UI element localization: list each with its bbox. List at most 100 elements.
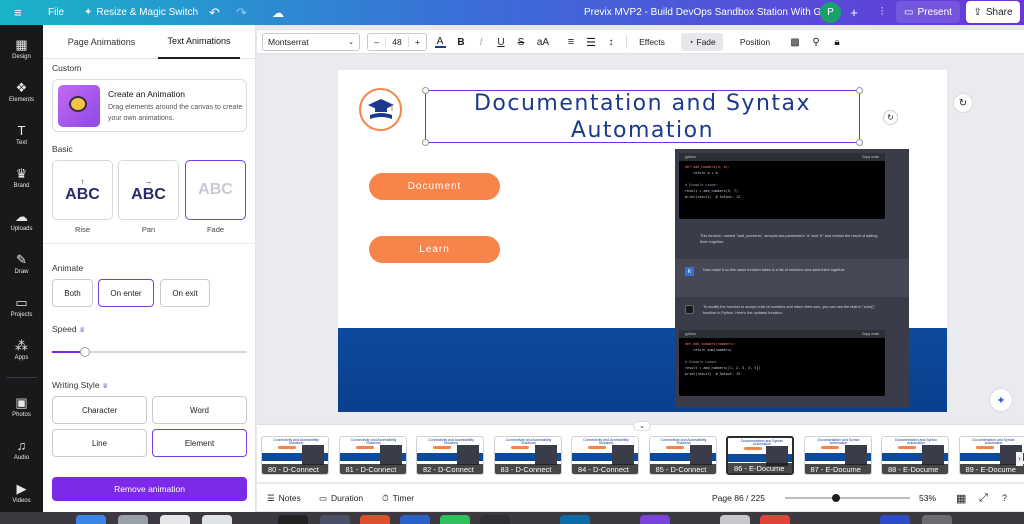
- app-icon[interactable]: [400, 515, 430, 524]
- italic-button[interactable]: I: [474, 33, 488, 51]
- page-indicator[interactable]: Page 86 / 225: [712, 484, 765, 512]
- rail-item-design[interactable]: ▦ Design: [0, 29, 43, 69]
- help-icon[interactable]: ?: [1002, 484, 1007, 512]
- page-thumbnail[interactable]: Connectivity and Accessibility Solutions…: [648, 436, 717, 475]
- letter-case-button[interactable]: aA: [534, 33, 552, 51]
- timer-button[interactable]: ⏱︎ Timer: [382, 484, 414, 512]
- rail-item-videos[interactable]: ▶ Videos: [0, 473, 43, 513]
- app-icon[interactable]: [640, 515, 670, 524]
- redo-icon[interactable]: ↷: [236, 0, 247, 25]
- lock-icon[interactable]: 🔒︎: [830, 33, 844, 51]
- undo-icon[interactable]: ↶: [209, 0, 220, 25]
- fade-animation-button[interactable]: ◔ Fade: [681, 33, 723, 51]
- zoom-slider-handle[interactable]: [832, 494, 841, 502]
- safari-icon[interactable]: [160, 515, 190, 524]
- tab-text-animations[interactable]: Text Animations: [158, 25, 240, 59]
- rail-item-audio[interactable]: ♫ Audio: [0, 430, 43, 470]
- scroll-right-icon[interactable]: ›: [1016, 452, 1023, 466]
- page-thumbnail[interactable]: Documentation and Syntax Automation 89 - …: [958, 436, 1024, 475]
- bold-button[interactable]: B: [454, 33, 468, 51]
- terminal-icon[interactable]: [278, 515, 308, 524]
- grid-view-icon[interactable]: ▦: [956, 484, 966, 512]
- writing-character-button[interactable]: Character: [52, 396, 147, 424]
- align-center-icon[interactable]: ≡: [564, 33, 578, 51]
- page-thumbnail[interactable]: Documentation and Syntax Automation 86 - …: [726, 436, 794, 475]
- analytics-icon[interactable]: ⫶: [872, 1, 892, 23]
- fade-animation-option[interactable]: ABC: [185, 160, 246, 220]
- calendar-icon[interactable]: [760, 515, 790, 524]
- present-button[interactable]: ▭ Present: [896, 1, 960, 23]
- page-thumbnail[interactable]: Documentation and Syntax Automation 88 - …: [881, 436, 949, 475]
- trash-icon[interactable]: [922, 515, 952, 524]
- pan-animation-option[interactable]: → ABC: [118, 160, 179, 220]
- list-icon[interactable]: ☰: [584, 33, 598, 51]
- app-icon[interactable]: [320, 515, 350, 524]
- remove-animation-button[interactable]: Remove animation: [52, 477, 247, 501]
- app-icon[interactable]: [720, 515, 750, 524]
- position-button[interactable]: Position: [736, 33, 774, 51]
- finder-icon[interactable]: [76, 515, 106, 524]
- writing-element-button[interactable]: Element: [152, 429, 247, 457]
- rail-item-draw[interactable]: ✎ Draw: [0, 244, 43, 284]
- writing-line-button[interactable]: Line: [52, 429, 147, 457]
- animate-on-exit-button[interactable]: On exit: [160, 279, 210, 307]
- notes-button[interactable]: ☰ Notes: [267, 484, 301, 512]
- decrease-size-button[interactable]: –: [368, 37, 385, 47]
- collapse-strip-icon[interactable]: ⌄: [633, 421, 651, 431]
- create-animation-card[interactable]: Create an Animation Drag elements around…: [52, 79, 247, 132]
- tab-page-animations[interactable]: Page Animations: [43, 25, 160, 59]
- share-button[interactable]: ⇪ Share: [966, 1, 1020, 23]
- font-family-select[interactable]: Montserrat ⌄: [262, 33, 360, 51]
- messages-icon[interactable]: [440, 515, 470, 524]
- document-title[interactable]: Previx MVP2 - Build DevOps Sandbox Stati…: [584, 0, 834, 25]
- zoom-level[interactable]: 53%: [919, 484, 936, 512]
- slide-title[interactable]: Documentation and Syntax Automation: [425, 90, 860, 144]
- fullscreen-icon[interactable]: ⤢: [979, 484, 988, 512]
- speed-slider-handle[interactable]: [80, 347, 91, 357]
- zoom-slider-track[interactable]: [785, 497, 910, 499]
- underline-button[interactable]: U: [494, 33, 508, 51]
- rail-item-uploads[interactable]: ☁ Uploads: [0, 201, 43, 241]
- rail-item-elements[interactable]: ❖ Elements: [0, 72, 43, 112]
- duration-button[interactable]: ▭ Duration: [319, 484, 363, 512]
- rail-item-brand[interactable]: ♛ Brand: [0, 158, 43, 198]
- document-button[interactable]: Document: [369, 173, 500, 200]
- rail-item-apps[interactable]: ⁂ Apps: [0, 330, 43, 370]
- page-thumbnail[interactable]: Connectivity and Accessibility Solutions…: [261, 436, 329, 475]
- learn-button[interactable]: Learn: [369, 236, 500, 263]
- format-painter-icon[interactable]: ⚲: [809, 33, 823, 51]
- app-icon[interactable]: [360, 515, 390, 524]
- increase-size-button[interactable]: +: [409, 37, 426, 47]
- strikethrough-button[interactable]: S: [514, 33, 528, 51]
- menu-icon[interactable]: ≡: [14, 0, 22, 25]
- text-color-button[interactable]: A: [433, 33, 447, 51]
- resize-magic-switch-button[interactable]: ✦ Resize & Magic Switch: [84, 0, 198, 25]
- rail-item-photos[interactable]: ▣ Photos: [0, 387, 43, 427]
- comment-icon[interactable]: ↻: [953, 93, 973, 113]
- rise-animation-option[interactable]: ↑ ABC: [52, 160, 113, 220]
- rail-item-text[interactable]: T Text: [0, 115, 43, 155]
- page-thumbnail[interactable]: Documentation and Syntax Automation 87 - …: [803, 436, 872, 475]
- avatar[interactable]: P: [820, 2, 841, 23]
- magic-assistant-icon[interactable]: ✦: [989, 388, 1013, 412]
- page-thumbnail[interactable]: Connectivity and Accessibility Solutions…: [416, 436, 484, 475]
- page-thumbnail[interactable]: Connectivity and Accessibility Solutions…: [338, 436, 407, 475]
- app-icon[interactable]: [480, 515, 510, 524]
- animate-both-button[interactable]: Both: [52, 279, 93, 307]
- spacing-icon[interactable]: ↕: [604, 33, 618, 51]
- add-collaborator-icon[interactable]: +: [845, 1, 863, 23]
- rotate-icon[interactable]: ↻: [883, 110, 898, 125]
- launchpad-icon[interactable]: [118, 515, 148, 524]
- app-icon[interactable]: [880, 515, 910, 524]
- file-menu[interactable]: File: [48, 0, 64, 25]
- app-icon[interactable]: [560, 515, 590, 524]
- page-thumbnail[interactable]: Connectivity and Accessibility Solutions…: [571, 436, 639, 475]
- app-icon[interactable]: [202, 515, 232, 524]
- transparency-icon[interactable]: ▩: [788, 33, 802, 51]
- writing-word-button[interactable]: Word: [152, 396, 247, 424]
- animate-on-enter-button[interactable]: On enter: [98, 279, 154, 307]
- cloud-save-icon[interactable]: ☁: [272, 0, 284, 25]
- rail-item-projects[interactable]: ▭ Projects: [0, 287, 43, 327]
- font-size-input[interactable]: 48: [385, 37, 409, 47]
- effects-button[interactable]: Effects: [635, 33, 669, 51]
